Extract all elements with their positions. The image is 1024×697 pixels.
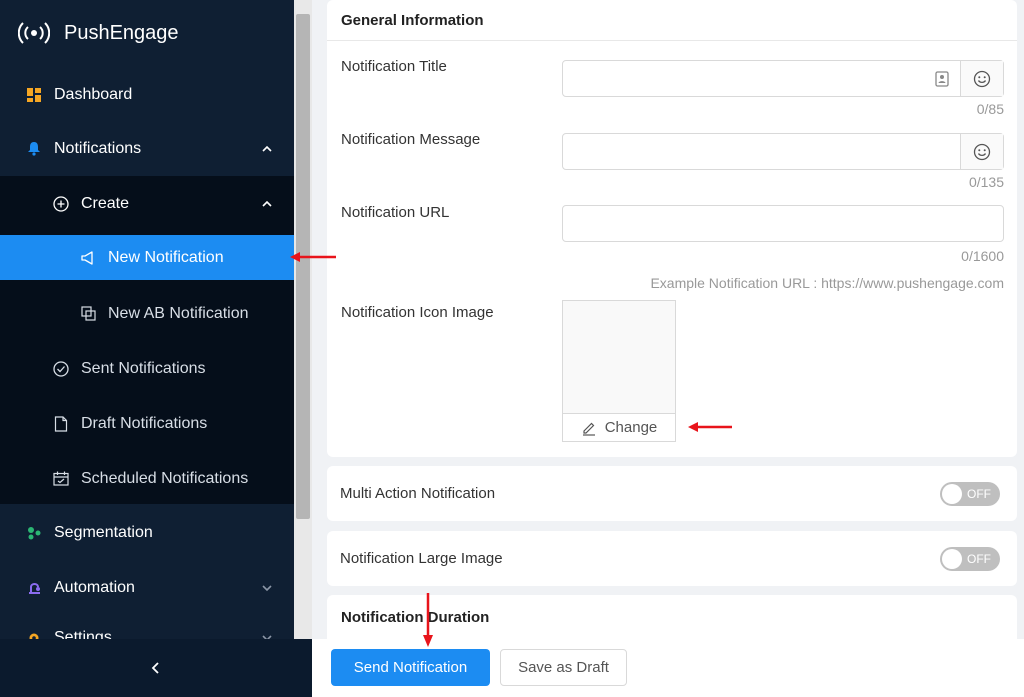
sidebar-item-segmentation[interactable]: Segmentation [0, 505, 294, 560]
sidebar-item-sent-notifications[interactable]: Sent Notifications [0, 341, 294, 396]
sidebar-label: New Notification [108, 248, 224, 266]
sidebar-item-notifications[interactable]: Notifications [0, 121, 294, 176]
calendar-icon [53, 471, 69, 487]
sidebar-item-scheduled-notifications[interactable]: Scheduled Notifications [0, 451, 294, 506]
sidebar-item-dashboard[interactable]: Dashboard [0, 67, 294, 122]
toggle-knob [942, 484, 962, 504]
large-image-card: Notification Large Image OFF [327, 531, 1017, 586]
notification-url-input[interactable] [562, 205, 1004, 242]
card-title: General Information [341, 12, 484, 29]
brand-name: PushEngage [64, 21, 179, 44]
smiley-icon [973, 70, 991, 87]
annotation-arrow-left-icon [688, 422, 732, 432]
emoji-button[interactable] [960, 61, 1003, 96]
brand[interactable]: PushEngage [0, 0, 294, 66]
annotation-arrow-left-icon [290, 252, 336, 262]
contact-card-icon[interactable] [935, 71, 949, 87]
sidebar-collapse-button[interactable] [0, 639, 312, 697]
icon-image-preview[interactable]: Change [562, 300, 676, 442]
send-notification-button[interactable]: Send Notification [331, 649, 490, 686]
automation-icon [26, 580, 42, 596]
plus-circle-icon [53, 195, 69, 212]
sidebar-label: Automation [54, 578, 135, 596]
dashboard-icon [26, 87, 42, 103]
sidebar-label: Scheduled Notifications [81, 469, 249, 487]
toggle-text: OFF [967, 552, 991, 566]
sidebar: PushEngage Dashboard Notifications Creat… [0, 0, 294, 639]
notification-duration-title: Notification Duration [341, 609, 490, 626]
sidebar-label: Create [81, 194, 130, 212]
sidebar-label: New AB Notification [108, 304, 249, 322]
sidebar-label: Segmentation [54, 523, 153, 541]
multi-action-label: Multi Action Notification [340, 485, 496, 502]
chevron-up-icon [262, 145, 272, 152]
general-information-card: General Information Notification Title 0… [327, 0, 1017, 457]
notification-url-label: Notification URL [341, 204, 450, 221]
broadcast-logo-icon [18, 22, 50, 44]
sidebar-item-settings[interactable]: Settings [0, 610, 294, 639]
sidebar-item-create[interactable]: Create [0, 176, 294, 231]
notification-title-label: Notification Title [341, 58, 447, 75]
multi-action-card: Multi Action Notification OFF [327, 466, 1017, 521]
card-header: General Information [327, 0, 1017, 41]
sidebar-label: Dashboard [54, 85, 133, 103]
chevron-up-icon [262, 200, 272, 207]
change-image-button[interactable]: Change [563, 413, 675, 441]
bell-icon [26, 141, 42, 157]
large-image-label: Notification Large Image [340, 550, 503, 567]
notification-url-example: Example Notification URL : https://www.p… [650, 275, 1004, 291]
notification-message-input[interactable] [562, 133, 1004, 170]
multi-action-toggle[interactable]: OFF [940, 482, 1000, 506]
notification-url-counter: 0/1600 [961, 248, 1004, 264]
chevron-down-icon [262, 584, 272, 591]
file-icon [53, 415, 69, 432]
sidebar-item-new-ab-notification[interactable]: New AB Notification [0, 286, 294, 341]
change-label: Change [604, 419, 658, 436]
scrollbar-thumb[interactable] [296, 14, 310, 519]
gear-icon [26, 630, 42, 639]
sidebar-item-draft-notifications[interactable]: Draft Notifications [0, 396, 294, 451]
toggle-knob [942, 549, 962, 569]
smiley-icon [973, 143, 991, 160]
notification-message-counter: 0/135 [968, 174, 1004, 190]
segmentation-icon [26, 525, 42, 541]
sidebar-label: Sent Notifications [81, 359, 206, 377]
toggle-text: OFF [967, 487, 991, 501]
sidebar-item-new-notification[interactable]: New Notification [0, 235, 294, 280]
notification-title-counter: 0/85 [976, 101, 1004, 117]
sidebar-label: Draft Notifications [81, 414, 208, 432]
sidebar-scrollbar[interactable] [294, 0, 312, 639]
sidebar-label: Settings [54, 628, 112, 640]
sidebar-label: Notifications [54, 139, 142, 157]
emoji-button[interactable] [960, 134, 1003, 169]
check-circle-icon [53, 360, 69, 377]
save-as-draft-button[interactable]: Save as Draft [500, 649, 627, 686]
sidebar-item-automation[interactable]: Automation [0, 560, 294, 615]
notification-message-label: Notification Message [341, 131, 481, 148]
megaphone-icon [80, 250, 96, 266]
edit-pencil-icon [582, 422, 595, 436]
annotation-arrow-down-icon [423, 593, 433, 647]
chevron-left-icon [151, 662, 159, 674]
action-footer: Send Notification Save as Draft [312, 639, 1024, 697]
copy-icon [80, 306, 96, 322]
notification-title-input[interactable] [562, 60, 1004, 97]
large-image-toggle[interactable]: OFF [940, 547, 1000, 571]
notification-icon-image-label: Notification Icon Image [341, 304, 494, 321]
